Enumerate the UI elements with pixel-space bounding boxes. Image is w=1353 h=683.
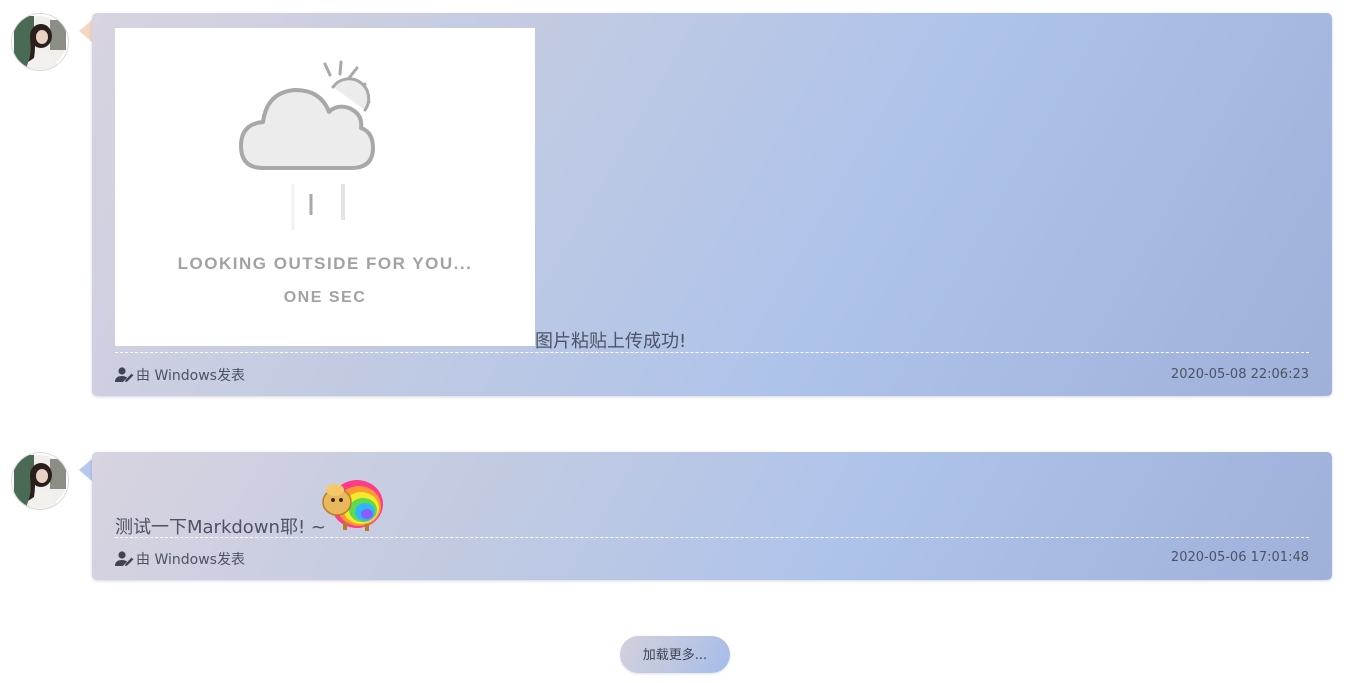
avatar[interactable] (11, 452, 69, 510)
loading-submessage: ONE SEC (283, 289, 367, 306)
post-author: 由 Windows发表 (115, 365, 245, 385)
post-author-text: 由 Windows发表 (136, 368, 245, 384)
post-author-text: 由 Windows发表 (136, 552, 245, 568)
user-edit-icon (115, 551, 134, 566)
user-edit-icon (115, 367, 134, 382)
avatar[interactable] (11, 13, 69, 71)
cloud-sun-rain-icon (239, 60, 375, 230)
post-author: 由 Windows发表 (115, 549, 245, 569)
avatar-image (14, 455, 66, 509)
post-divider (115, 352, 1309, 353)
load-more-button[interactable]: 加载更多... (620, 636, 730, 673)
post-date: 2020-05-08 22:06:23 (1170, 367, 1309, 382)
rainbow-sheep-emoji (322, 480, 383, 531)
post-divider (115, 537, 1309, 538)
card-pointer (79, 459, 92, 481)
post-text: 测试一下Markdown耶! ~ (115, 517, 326, 538)
post-date: 2020-05-06 17:01:48 (1170, 550, 1309, 565)
post-card: LOOKING OUTSIDE FOR YOU... ONE SEC 图片粘贴上… (92, 13, 1332, 396)
card-pointer (79, 20, 92, 42)
post-image[interactable]: LOOKING OUTSIDE FOR YOU... ONE SEC (115, 28, 535, 346)
avatar-image (14, 16, 66, 70)
loading-message: LOOKING OUTSIDE FOR YOU... (177, 254, 473, 273)
post-card: 测试一下Markdown耶! ~ 由 Windows发表 2020-05-06 … (92, 452, 1332, 580)
post-text: 图片粘贴上传成功! (535, 331, 687, 352)
